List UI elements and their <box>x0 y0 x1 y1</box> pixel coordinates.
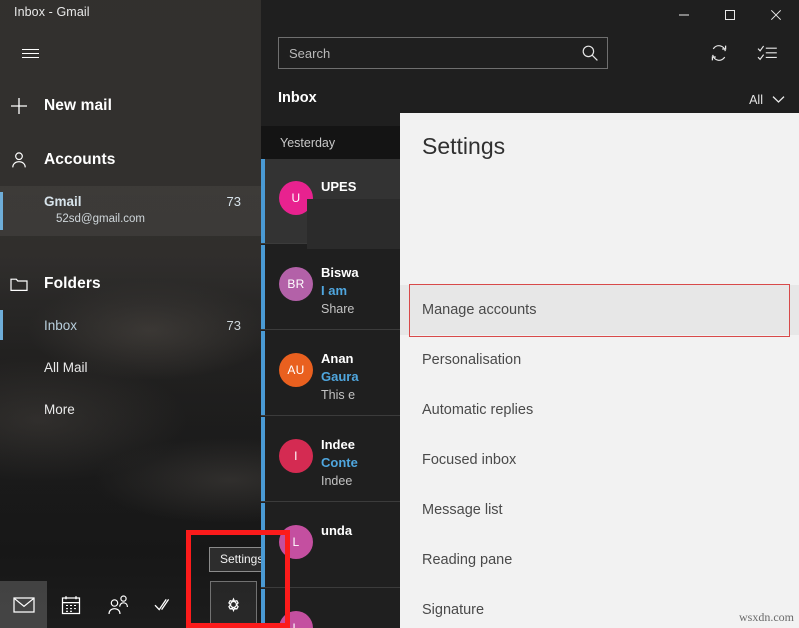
selection-mode-icon[interactable] <box>749 36 785 70</box>
message-group-header: Yesterday <box>261 126 400 159</box>
person-icon <box>10 151 44 169</box>
message-hover-overlay <box>307 199 400 249</box>
settings-item-reading-pane[interactable]: Reading pane <box>400 535 799 585</box>
message-preview: Indee <box>321 474 353 488</box>
unread-accent-bar <box>261 589 265 628</box>
message-sender: Indee <box>321 437 355 452</box>
message-preview: This e <box>321 388 356 402</box>
group-header-label: Yesterday <box>280 135 336 150</box>
folder-label: All Mail <box>44 359 88 375</box>
folder-label: More <box>44 401 75 417</box>
avatar: L <box>279 525 313 559</box>
search-icon[interactable] <box>573 38 607 68</box>
unread-accent-bar <box>261 159 265 243</box>
mail-app-window: Inbox - Gmail New mail Accounts Gmail 73… <box>0 0 799 628</box>
filter-label: All <box>749 93 763 107</box>
appbar-people-icon[interactable] <box>94 581 141 628</box>
window-title: Inbox - Gmail <box>14 5 90 19</box>
settings-item-focused-inbox[interactable]: Focused inbox <box>400 435 799 485</box>
message-subject: Gaura <box>321 369 359 384</box>
folders-header[interactable]: Folders <box>0 264 261 304</box>
account-unread-count: 73 <box>226 194 241 209</box>
message-list-item[interactable]: L <box>261 589 400 628</box>
message-sender: UPES <box>321 179 357 194</box>
message-list-item[interactable]: I Indee Conte Indee <box>261 417 400 502</box>
message-sender: Biswa <box>321 265 359 280</box>
unread-accent-bar <box>261 245 265 329</box>
message-sender: Anan <box>321 351 354 366</box>
unread-accent-bar <box>261 331 265 415</box>
folder-item-more[interactable]: More <box>0 390 261 428</box>
search-box[interactable] <box>278 37 608 69</box>
close-button[interactable] <box>753 0 799 30</box>
avatar: AU <box>279 353 313 387</box>
folders-label: Folders <box>44 275 101 292</box>
page-title: Inbox <box>278 90 317 106</box>
appbar-todo-icon[interactable] <box>141 581 188 628</box>
sync-icon[interactable] <box>701 36 737 70</box>
filter-dropdown[interactable]: All <box>749 91 785 109</box>
message-subject: Conte <box>321 455 358 470</box>
settings-pane: Settings Manage accounts Personalisation… <box>400 113 799 628</box>
watermark: wsxdn.com <box>739 610 794 624</box>
settings-tooltip: Settings <box>209 547 261 572</box>
maximize-button[interactable] <box>707 0 753 30</box>
message-sender: unda <box>321 523 353 538</box>
folder-label: Inbox <box>44 317 78 333</box>
selection-accent-bar <box>0 310 3 340</box>
selection-accent-bar <box>0 192 3 230</box>
accounts-header[interactable]: Accounts <box>0 140 261 180</box>
account-item-gmail[interactable]: Gmail 73 52sd@gmail.com <box>0 186 261 236</box>
accounts-label: Accounts <box>44 151 116 168</box>
top-toolbar: Inbox All <box>261 0 799 113</box>
settings-item-personalisation[interactable]: Personalisation <box>400 335 799 385</box>
appbar-mail-icon[interactable] <box>0 581 47 628</box>
folder-item-inbox[interactable]: Inbox 73 <box>0 306 261 344</box>
message-list-item[interactable]: BR Biswa I am Share <box>261 245 400 330</box>
settings-item-automatic-replies[interactable]: Automatic replies <box>400 385 799 435</box>
minimize-button[interactable] <box>661 0 707 30</box>
account-email: 52sd@gmail.com <box>56 213 146 225</box>
avatar: BR <box>279 267 313 301</box>
hamburger-menu-icon[interactable] <box>8 36 52 70</box>
search-input[interactable] <box>279 45 573 61</box>
unread-accent-bar <box>261 417 265 501</box>
folder-count: 73 <box>226 317 241 333</box>
settings-item-message-list[interactable]: Message list <box>400 485 799 535</box>
chevron-down-icon <box>772 91 785 109</box>
new-mail-button[interactable]: New mail <box>0 86 261 126</box>
account-name: Gmail <box>44 194 82 209</box>
avatar: I <box>279 439 313 473</box>
appbar-calendar-icon[interactable] <box>47 581 94 628</box>
avatar: L <box>279 611 313 628</box>
message-preview: Share <box>321 302 355 316</box>
new-mail-label: New mail <box>44 97 112 114</box>
settings-title: Settings <box>422 133 506 159</box>
unread-accent-bar <box>261 503 265 587</box>
folder-icon <box>10 276 44 292</box>
folder-item-all-mail[interactable]: All Mail <box>0 348 261 386</box>
message-list-item[interactable]: AU Anan Gaura This e <box>261 331 400 416</box>
settings-button[interactable] <box>210 581 257 628</box>
plus-icon <box>10 97 44 115</box>
settings-item-manage-accounts[interactable]: Manage accounts <box>400 285 799 335</box>
message-list-item[interactable]: L unda <box>261 503 400 588</box>
message-subject: I am <box>321 283 348 298</box>
navigation-pane: Inbox - Gmail New mail Accounts Gmail 73… <box>0 0 261 628</box>
